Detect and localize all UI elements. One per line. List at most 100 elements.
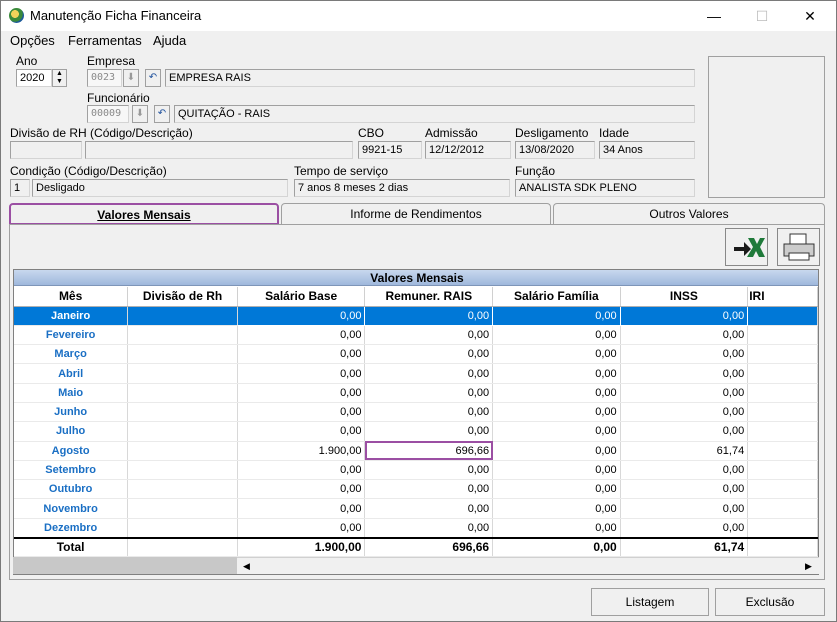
listagem-button[interactable]: Listagem <box>591 588 709 616</box>
exclusao-button[interactable]: Exclusão <box>715 588 825 616</box>
col-ir[interactable]: IRI <box>747 287 818 307</box>
cell-ir[interactable] <box>747 518 818 539</box>
table-row[interactable]: Agosto 1.900,00 696,66 0,00 61,74 <box>14 441 818 461</box>
cell-salario-familia[interactable]: 0,00 <box>492 498 621 519</box>
cell-ir[interactable] <box>747 306 818 326</box>
tab-informe-rendimentos[interactable]: Informe de Rendimentos <box>281 203 551 225</box>
cell-ir[interactable] <box>747 325 818 346</box>
cell-salario-familia[interactable]: 0,00 <box>492 421 621 442</box>
cell-mes[interactable]: Junho <box>14 402 129 423</box>
ano-input[interactable]: 2020 <box>16 69 52 87</box>
cell-remuner-rais[interactable]: 0,00 <box>364 498 494 519</box>
horizontal-scrollbar[interactable]: ◀ ▶ <box>237 557 819 574</box>
cell-salario-familia[interactable]: 0,00 <box>492 402 621 423</box>
cell-inss[interactable]: 0,00 <box>620 344 749 365</box>
cell-inss[interactable]: 0,00 <box>620 460 749 481</box>
cell-mes[interactable]: Abril <box>14 363 129 384</box>
cell-divisao[interactable] <box>127 498 238 519</box>
table-row[interactable]: Março 0,00 0,00 0,00 0,00 <box>14 344 818 365</box>
cell-inss[interactable]: 0,00 <box>620 363 749 384</box>
table-row[interactable]: Abril 0,00 0,00 0,00 0,00 <box>14 363 818 384</box>
cell-divisao[interactable] <box>127 441 238 461</box>
cell-divisao[interactable] <box>127 518 238 539</box>
cell-salario-base[interactable]: 0,00 <box>236 344 366 365</box>
cell-salario-familia[interactable]: 0,00 <box>492 383 621 403</box>
cell-mes[interactable]: Novembro <box>14 498 129 519</box>
cell-remuner-rais[interactable]: 0,00 <box>364 344 494 365</box>
cell-ir[interactable] <box>747 441 818 461</box>
cell-salario-familia[interactable]: 0,00 <box>492 363 621 384</box>
cell-divisao[interactable] <box>127 421 238 442</box>
cell-ir[interactable] <box>747 344 818 365</box>
cell-salario-base[interactable]: 1.900,00 <box>236 441 366 461</box>
excel-export-button[interactable] <box>725 228 768 266</box>
col-divisao[interactable]: Divisão de Rh <box>127 287 238 307</box>
cell-divisao[interactable] <box>127 344 238 365</box>
cell-inss[interactable]: 0,00 <box>620 325 749 346</box>
col-mes[interactable]: Mês <box>14 287 129 307</box>
table-row[interactable]: Novembro 0,00 0,00 0,00 0,00 <box>14 498 818 519</box>
download-icon[interactable]: ⬇ <box>132 105 148 123</box>
cell-mes[interactable]: Fevereiro <box>14 325 129 346</box>
menu-ajuda[interactable]: Ajuda <box>153 33 186 48</box>
cell-salario-familia[interactable]: 0,00 <box>492 305 621 326</box>
cell-remuner-rais[interactable]: 0,00 <box>364 363 494 384</box>
cell-mes[interactable]: Outubro <box>14 479 129 500</box>
cell-inss[interactable]: 0,00 <box>620 518 749 539</box>
cell-remuner-rais[interactable]: 696,66 <box>364 441 494 461</box>
ano-spinner[interactable]: ▲ ▼ <box>52 69 67 87</box>
col-salario-familia[interactable]: Salário Família <box>492 287 621 307</box>
table-row[interactable]: Setembro 0,00 0,00 0,00 0,00 <box>14 460 818 481</box>
menu-opcoes[interactable]: Opções <box>10 33 55 48</box>
minimize-button[interactable]: — <box>691 1 737 31</box>
cell-divisao[interactable] <box>127 402 238 423</box>
cell-inss[interactable]: 61,74 <box>620 441 749 461</box>
cell-inss[interactable]: 0,00 <box>620 383 749 403</box>
cell-mes[interactable]: Dezembro <box>14 518 129 539</box>
table-row[interactable]: Dezembro 0,00 0,00 0,00 0,00 <box>14 518 818 539</box>
cell-divisao[interactable] <box>127 383 238 403</box>
cell-ir[interactable] <box>747 460 818 481</box>
cell-salario-familia[interactable]: 0,00 <box>492 441 621 461</box>
cell-ir[interactable] <box>747 421 818 442</box>
close-button[interactable]: ✕ <box>787 1 833 31</box>
col-inss[interactable]: INSS <box>620 287 749 307</box>
cell-remuner-rais[interactable]: 0,00 <box>364 305 494 326</box>
empresa-code-field[interactable]: 0023 <box>87 69 122 87</box>
cell-inss[interactable]: 0,00 <box>620 402 749 423</box>
cell-divisao[interactable] <box>127 479 238 500</box>
undo-icon[interactable]: ↶ <box>154 105 170 123</box>
maximize-button[interactable]: ☐ <box>739 1 785 31</box>
cell-ir[interactable] <box>747 383 818 403</box>
cell-salario-base[interactable]: 0,00 <box>236 305 366 326</box>
table-row[interactable]: Maio 0,00 0,00 0,00 0,00 <box>14 383 818 403</box>
cell-remuner-rais[interactable]: 0,00 <box>364 402 494 423</box>
cell-inss[interactable]: 0,00 <box>620 421 749 442</box>
cell-remuner-rais[interactable]: 0,00 <box>364 479 494 500</box>
cell-salario-base[interactable]: 0,00 <box>236 479 366 500</box>
cell-salario-familia[interactable]: 0,00 <box>492 344 621 365</box>
print-button[interactable] <box>777 228 820 266</box>
cell-mes[interactable]: Julho <box>14 421 129 442</box>
valores-mensais-grid[interactable]: Valores Mensais Mês Divisão de Rh Salári… <box>13 269 819 575</box>
table-row[interactable]: Janeiro 0,00 0,00 0,00 0,00 <box>14 305 818 326</box>
cell-ir[interactable] <box>747 363 818 384</box>
cell-ir[interactable] <box>747 498 818 519</box>
download-icon[interactable]: ⬇ <box>123 69 139 87</box>
cell-remuner-rais[interactable]: 0,00 <box>364 518 494 539</box>
scroll-right-icon[interactable]: ▶ <box>801 559 816 574</box>
table-row[interactable]: Junho 0,00 0,00 0,00 0,00 <box>14 402 818 423</box>
cell-remuner-rais[interactable]: 0,00 <box>364 421 494 442</box>
cell-salario-base[interactable]: 0,00 <box>236 383 366 403</box>
cell-mes[interactable]: Setembro <box>14 460 129 481</box>
cell-salario-base[interactable]: 0,00 <box>236 421 366 442</box>
table-row[interactable]: Outubro 0,00 0,00 0,00 0,00 <box>14 479 818 500</box>
cell-salario-base[interactable]: 0,00 <box>236 518 366 539</box>
cell-inss[interactable]: 0,00 <box>620 479 749 500</box>
cell-salario-familia[interactable]: 0,00 <box>492 479 621 500</box>
cell-ir[interactable] <box>747 479 818 500</box>
cell-salario-base[interactable]: 0,00 <box>236 498 366 519</box>
funcionario-code-field[interactable]: 00009 <box>87 105 129 123</box>
cell-remuner-rais[interactable]: 0,00 <box>364 325 494 346</box>
cell-salario-familia[interactable]: 0,00 <box>492 460 621 481</box>
